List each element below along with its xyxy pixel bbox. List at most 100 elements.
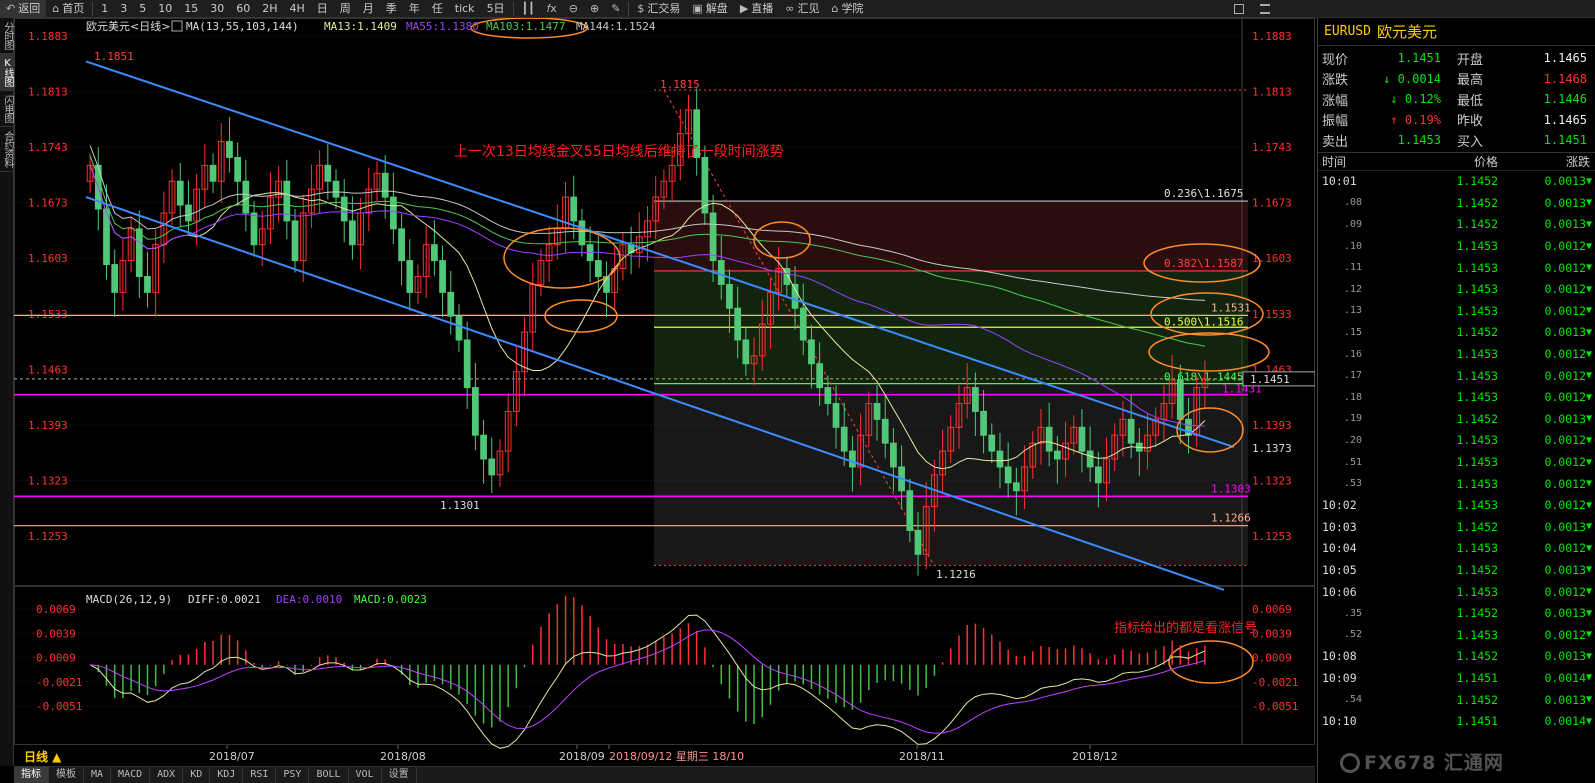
price-axis-label-right: 1.1253 bbox=[1252, 530, 1292, 543]
tick-list[interactable]: 10:01 1.1452 0.0013 ▼ .08 1.1452 0.0013 ▼ .09 1.1… bbox=[1318, 171, 1595, 732]
view-tab-3[interactable]: 合约资料 bbox=[0, 127, 14, 172]
period-4H-button[interactable]: 4H bbox=[283, 0, 310, 18]
period-3-button[interactable]: 3 bbox=[114, 0, 133, 18]
price-axis-label-right: 1.1533 bbox=[1252, 308, 1292, 321]
candle-button[interactable]: ┃┃ bbox=[516, 0, 541, 18]
down-arrow-icon: ▼ bbox=[1586, 586, 1593, 598]
home-icon: ⌂ bbox=[52, 1, 60, 15]
period-5日-button[interactable]: 5日 bbox=[481, 0, 511, 18]
layout-icon[interactable] bbox=[1228, 0, 1250, 18]
indicator-tab-模板[interactable]: 模板 bbox=[49, 767, 84, 783]
link-button[interactable]: ∞ 汇见 bbox=[779, 0, 825, 18]
period-周-button[interactable]: 周 bbox=[334, 0, 357, 18]
formula-button[interactable]: 𝑓x bbox=[541, 0, 563, 18]
period-日-button[interactable]: 日 bbox=[311, 0, 334, 18]
period-任-button[interactable]: 任 bbox=[426, 0, 449, 18]
indicator-tab-PSY[interactable]: PSY bbox=[276, 767, 310, 783]
period-10-button[interactable]: 10 bbox=[152, 0, 178, 18]
chat-button[interactable]: ▣ 解盘 bbox=[686, 0, 733, 18]
tick-price: 1.1453 bbox=[1456, 347, 1498, 362]
indicator-tab-KDJ[interactable]: KDJ bbox=[210, 767, 244, 783]
indicator-tab-RSI[interactable]: RSI bbox=[243, 767, 277, 783]
tick-time: 10:01 bbox=[1322, 174, 1357, 189]
down-arrow-icon: ▼ bbox=[1586, 175, 1593, 187]
indicator-tab-MA[interactable]: MA bbox=[84, 767, 112, 783]
indicator-tab-设置[interactable]: 设置 bbox=[382, 767, 417, 783]
zoom-out-button[interactable]: ⊖ bbox=[563, 0, 584, 18]
candle-body bbox=[824, 387, 832, 404]
tick-change: 0.0013 bbox=[1544, 519, 1586, 534]
tick-time: 10:09 bbox=[1322, 670, 1357, 685]
tick-price: 1.1453 bbox=[1456, 627, 1498, 642]
period-季-button[interactable]: 季 bbox=[380, 0, 403, 18]
tick-price: 1.1453 bbox=[1456, 239, 1498, 254]
tick-change: 0.0012 bbox=[1544, 541, 1586, 556]
tick-row: .20 1.1453 0.0012 ▼ bbox=[1318, 430, 1595, 452]
back-button[interactable]: ↶ 返回 bbox=[0, 0, 47, 18]
indicator-tab-ADX[interactable]: ADX bbox=[150, 767, 184, 783]
tick-price: 1.1453 bbox=[1456, 390, 1498, 405]
toolbar-label: 5 bbox=[139, 1, 147, 15]
quote-stats: 现价 1.1451 开盘 1.1465 涨跌 ↓ 0.0014 最高 1.1468 涨幅 ↓ 0.… bbox=[1318, 46, 1595, 153]
candle-body bbox=[799, 307, 807, 341]
candle-body bbox=[185, 204, 192, 222]
tick-change: 0.0012 bbox=[1544, 282, 1586, 297]
live-icon: ▶ bbox=[739, 1, 749, 15]
toolbar-label: 首页 bbox=[62, 1, 85, 15]
tick-time: 10:05 bbox=[1322, 562, 1357, 577]
view-tab-2[interactable]: 闪电图 bbox=[0, 91, 14, 127]
tick-header-price: 价格 bbox=[1473, 154, 1498, 169]
quote-value: 1.1451 bbox=[1397, 51, 1441, 66]
home-button[interactable]: ⌂ 首页 bbox=[46, 0, 90, 18]
dollar-button[interactable]: $ 汇交易 bbox=[631, 0, 686, 18]
period-60-button[interactable]: 60 bbox=[230, 0, 256, 18]
school-button[interactable]: ⌂ 学院 bbox=[825, 0, 869, 18]
tick-change: 0.0013 bbox=[1544, 411, 1586, 426]
down-arrow-icon: ▼ bbox=[1586, 694, 1593, 706]
period-15-button[interactable]: 15 bbox=[178, 0, 204, 18]
indicator-tab-VOL[interactable]: VOL bbox=[349, 767, 382, 783]
period-30-button[interactable]: 30 bbox=[204, 0, 230, 18]
level-1266-label: 1.1266 bbox=[1211, 512, 1251, 525]
toolbar-label: 年 bbox=[408, 1, 420, 15]
tick-time: .10 bbox=[1344, 240, 1363, 252]
period-1-button[interactable]: 1 bbox=[95, 0, 114, 18]
quote-value: 1.1446 bbox=[1543, 92, 1587, 107]
period-5-button[interactable]: 5 bbox=[133, 0, 152, 18]
back-icon: ↶ bbox=[6, 1, 16, 15]
fib-zone-upper bbox=[654, 201, 1248, 271]
draw-button[interactable]: ✎ bbox=[605, 0, 626, 18]
candle-body bbox=[471, 387, 479, 436]
fib-236-label: 0.236\1.1675 bbox=[1164, 187, 1243, 200]
period-tick-button[interactable]: tick bbox=[449, 0, 481, 18]
macd-dea-value: DEA:0.0010 bbox=[276, 593, 342, 606]
view-tab-0[interactable]: 分时图 bbox=[0, 18, 14, 54]
menu-icon[interactable] bbox=[1254, 0, 1276, 18]
tick-price: 1.1453 bbox=[1456, 541, 1498, 556]
candle-body bbox=[1094, 466, 1102, 484]
candle-body bbox=[455, 315, 463, 341]
quote-label: 开盘 bbox=[1457, 52, 1484, 68]
indicator-tab-KD[interactable]: KD bbox=[183, 767, 211, 783]
candle-body bbox=[111, 264, 119, 293]
period-2H-button[interactable]: 2H bbox=[256, 0, 283, 18]
tick-price: 1.1453 bbox=[1456, 282, 1498, 297]
quote-label: 买入 bbox=[1457, 134, 1484, 150]
indicator-tab-指标[interactable]: 指标 bbox=[14, 767, 49, 783]
quote-row: 振幅 ↑ 0.19% 昨收 1.1465 bbox=[1318, 110, 1595, 131]
tick-price: 1.1451 bbox=[1456, 670, 1498, 685]
period-selector[interactable]: 日线 ▲ bbox=[24, 748, 61, 765]
indicator-tab-MACD[interactable]: MACD bbox=[111, 767, 151, 783]
tick-price: 1.1452 bbox=[1456, 411, 1498, 426]
price-chart[interactable]: 1.1883 1.1883 1.1813 1.1813 1.1743 1.1743 1.16… bbox=[14, 18, 1315, 766]
down-arrow-icon: ▼ bbox=[1586, 650, 1593, 662]
indicator-tab-BOLL[interactable]: BOLL bbox=[309, 767, 349, 783]
candle-body bbox=[873, 402, 881, 420]
candle-body bbox=[447, 291, 455, 317]
zoom-in-button[interactable]: ⊕ bbox=[584, 0, 605, 18]
period-月-button[interactable]: 月 bbox=[357, 0, 380, 18]
period-年-button[interactable]: 年 bbox=[403, 0, 426, 18]
view-tab-1[interactable]: K线图 bbox=[0, 54, 14, 91]
tick-row: .09 1.1452 0.0013 ▼ bbox=[1318, 214, 1595, 236]
live-button[interactable]: ▶ 直播 bbox=[734, 0, 779, 18]
